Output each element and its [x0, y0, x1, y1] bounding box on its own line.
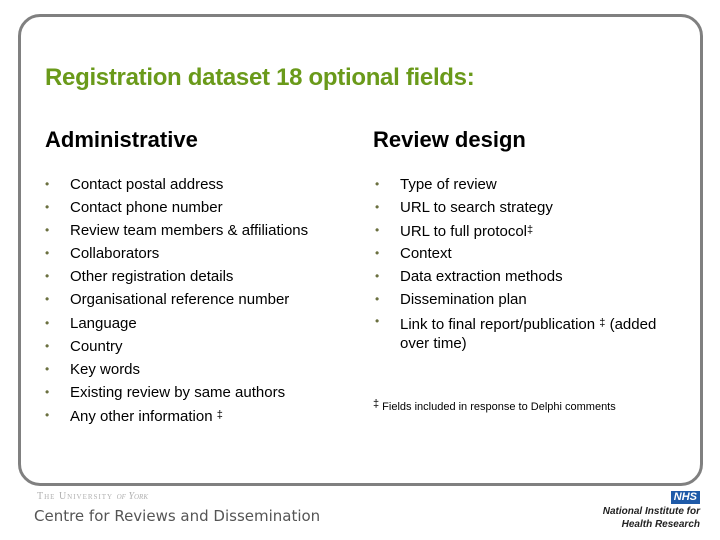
bullet-icon: • [45, 200, 50, 215]
list-item-text: Organisational reference number [70, 291, 290, 309]
nihr-line-1: National Institute for [602, 506, 700, 517]
footnote: ‡ Fields included in response to Delphi … [373, 398, 616, 413]
list-item-text: Key words [70, 360, 141, 378]
list-item: • Context [375, 242, 675, 265]
bullet-icon: • [45, 384, 50, 399]
review-design-list: • Type of review • URL to search strategy • U… [375, 173, 675, 353]
bullet-icon: • [45, 338, 50, 353]
list-item: • URL to full protocol‡ [375, 219, 675, 242]
list-item: • Data extraction methods [375, 265, 675, 288]
list-item-text: Data extraction methods [400, 268, 563, 286]
bullet-icon: • [45, 269, 50, 284]
bullet-icon: • [375, 177, 380, 191]
list-item-text: Contact postal address [70, 176, 224, 193]
bullet-icon: • [375, 200, 380, 215]
list-item: • Other registration details [45, 265, 308, 288]
administrative-heading: Administrative [45, 127, 198, 152]
list-item-text: Review team members & affiliations [70, 222, 309, 240]
list-item-text: Existing review by same authors [70, 383, 286, 401]
list-item-text: Context [400, 245, 452, 263]
list-item-text: Any other information [70, 407, 217, 425]
list-item-text: Country [70, 337, 123, 355]
list-item-text: Type of review [400, 176, 497, 193]
double-dagger-mark: ‡ [527, 224, 534, 237]
list-item: • Contact phone number [45, 196, 308, 219]
bullet-icon: • [375, 292, 380, 307]
bullet-icon: • [45, 361, 50, 376]
list-item: • Existing review by same authors [45, 381, 308, 404]
list-item: • Country [45, 335, 308, 358]
list-item-text: Dissemination plan [400, 291, 527, 309]
list-item-text: URL to search strategy [400, 199, 553, 217]
slide-title: Registration dataset 18 optional fields: [45, 64, 475, 91]
list-item-text: Language [70, 314, 137, 332]
list-item-text: Other registration details [70, 268, 234, 286]
list-item: • Collaborators [45, 242, 308, 265]
list-item: • Language [45, 312, 308, 335]
list-item-text: URL to full protocol [400, 223, 528, 241]
list-item: • Any other information ‡ [45, 404, 308, 427]
bullet-icon: • [45, 223, 50, 238]
bullet-icon: • [375, 313, 380, 328]
list-item: • Key words [45, 358, 308, 381]
list-item: • Contact postal address [45, 173, 308, 196]
bullet-icon: • [45, 315, 50, 330]
list-item: • URL to search strategy [375, 196, 675, 219]
bullet-icon: • [375, 223, 380, 238]
bullet-icon: • [45, 292, 50, 307]
list-item-text: Collaborators [70, 245, 160, 263]
bullet-icon: • [45, 177, 50, 191]
bullet-icon: • [375, 269, 380, 284]
of-york-text: of York [116, 491, 149, 502]
centre-name: Centre for Reviews and Dissemination [34, 507, 321, 525]
list-item: • Type of review [375, 173, 675, 196]
university-text: The University [37, 491, 114, 502]
university-of-york-logo: The University of York [37, 491, 148, 502]
nihr-line-2: Health Research [621, 519, 700, 530]
nhs-logo: NHS [670, 491, 700, 504]
double-dagger-mark: ‡ [216, 408, 223, 421]
list-item: • Organisational reference number [45, 288, 308, 311]
list-item: • Dissemination plan [375, 288, 675, 311]
bullet-icon: • [45, 407, 50, 422]
list-item-text: Link to final report/publication [400, 315, 600, 333]
list-item: • Link to final report/publication ‡ (add… [375, 312, 675, 353]
list-item: • Review team members & affiliations [45, 219, 308, 242]
footnote-text: Fields included in response to Delphi co… [379, 401, 616, 413]
bullet-icon: • [45, 246, 50, 261]
bullet-icon: • [375, 246, 380, 261]
review-design-heading: Review design [373, 127, 526, 152]
nihr-logo: National Institute for Health Research [603, 505, 700, 531]
administrative-list: • Contact postal address • Contact phone nu… [45, 173, 308, 427]
list-item-text: Contact phone number [70, 199, 223, 217]
